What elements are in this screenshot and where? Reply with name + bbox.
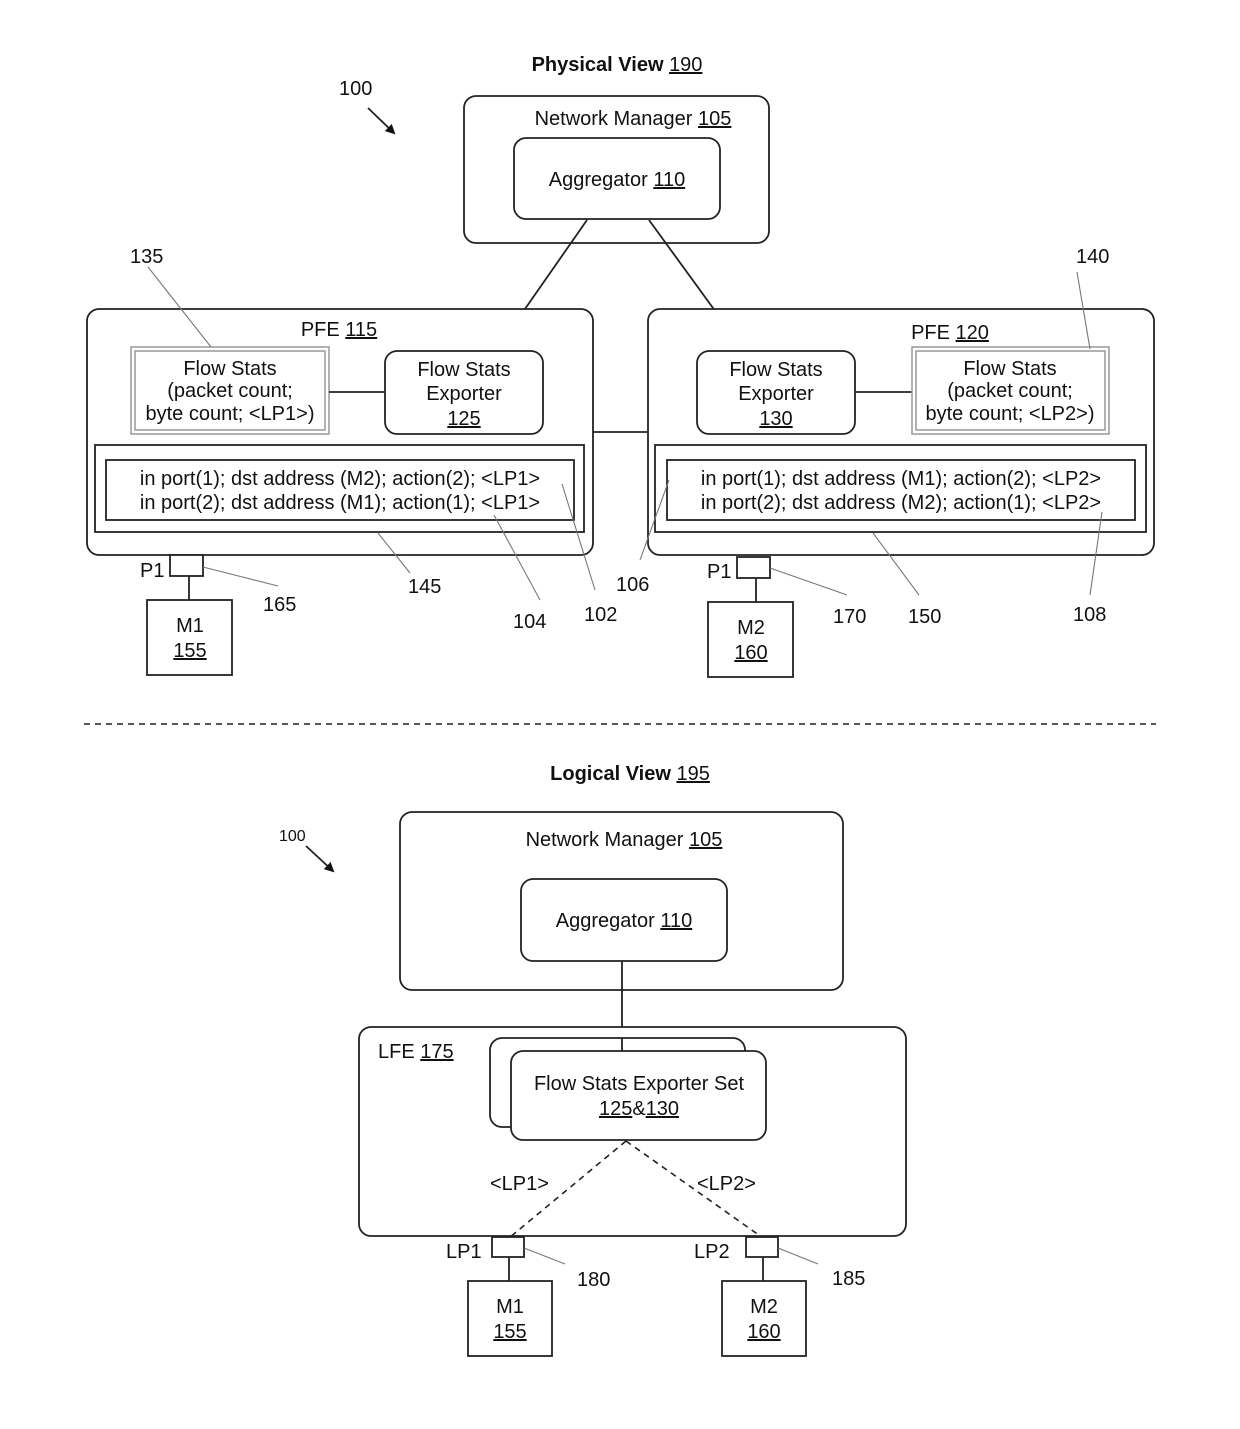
pfe-115-label: PFE 115 — [301, 319, 377, 341]
logical-port-lp2[interactable]: LP2 — [694, 1236, 779, 1263]
machine-m1-label: M1 — [176, 615, 204, 637]
flow-stats-140-line2: (packet count; — [947, 380, 1073, 402]
arrow-icon — [367, 107, 396, 135]
flow-stats-140[interactable]: Flow Stats (packet count; byte count; <L… — [911, 346, 1110, 435]
port-p1-165[interactable]: P1 — [140, 554, 204, 582]
port-p1-165-label: P1 — [140, 560, 164, 582]
flow-stats-exporter-130[interactable]: Flow Stats Exporter 130 — [696, 350, 856, 435]
flow-stats-exporter-set[interactable]: Flow Stats Exporter Set 125&130 — [489, 1037, 767, 1141]
logical-view-title: Logical View 195 — [550, 763, 710, 785]
network-manager-label: Network Manager 105 — [535, 108, 732, 130]
leader-185 — [777, 1247, 819, 1265]
network-manager[interactable]: Network Manager 105 Aggregator 110 — [463, 95, 770, 244]
machine-m1-physical[interactable]: M1 155 — [146, 599, 233, 676]
flow-stats-135-line1: Flow Stats — [183, 358, 276, 380]
aggregator-logical[interactable]: Aggregator 110 — [520, 878, 728, 962]
lfe-175[interactable]: LFE 175 Flow Stats Exporter Set 125&130 … — [358, 1026, 907, 1239]
flow-entry-106[interactable]: in port(1); dst address (M1); action(2);… — [701, 468, 1101, 490]
pfe-115[interactable]: PFE 115 Flow Stats (packet count; byte c… — [86, 308, 594, 556]
leader-180 — [523, 1247, 566, 1265]
ref-102: 102 — [584, 604, 617, 626]
ref-185: 185 — [832, 1268, 865, 1290]
machine-m2-label: M2 — [737, 617, 765, 639]
figure-ref: 100 — [339, 78, 372, 100]
machine-m2-logical-ref: 160 — [747, 1321, 780, 1343]
flow-stats-140-line1: Flow Stats — [963, 358, 1056, 380]
exporter-set-front-card — [510, 1050, 767, 1141]
figure-ref-arrow-logical: 100 — [279, 828, 335, 873]
diagram-canvas: Physical View 190 100 Network Manager 10… — [84, 54, 1156, 1357]
ref-150: 150 — [908, 606, 941, 628]
exporter-130-line2: Exporter — [738, 383, 814, 405]
machine-m1-logical[interactable]: M1 155 — [467, 1280, 553, 1357]
exporter-125-line1: Flow Stats — [417, 359, 510, 381]
flow-stats-135[interactable]: Flow Stats (packet count; byte count; <L… — [130, 346, 330, 435]
ref-140: 140 — [1076, 246, 1109, 268]
leader-170 — [769, 567, 848, 596]
machine-m2-logical-box — [721, 1280, 807, 1357]
logical-port-lp2-box — [745, 1236, 779, 1258]
port-p1-170-label: P1 — [707, 561, 731, 583]
ref-104: 104 — [513, 611, 546, 633]
logical-port-lp2-label: LP2 — [694, 1241, 730, 1263]
exporter-130-line1: Flow Stats — [729, 359, 822, 381]
machine-m2-box — [707, 601, 794, 678]
arrow-icon — [305, 845, 335, 873]
figure-ref-arrow: 100 — [339, 78, 396, 135]
exporter-set-label: Flow Stats Exporter Set — [534, 1073, 745, 1095]
machine-m1-logical-label: M1 — [496, 1296, 524, 1318]
flow-entry-108[interactable]: in port(2); dst address (M2); action(1);… — [701, 492, 1101, 514]
exporter-set-refs: 125&130 — [599, 1098, 679, 1120]
port-p1-170[interactable]: P1 — [707, 556, 771, 583]
ref-170: 170 — [833, 606, 866, 628]
leader-165 — [202, 566, 279, 587]
flow-table-150[interactable]: in port(1); dst address (M1); action(2);… — [654, 444, 1147, 533]
machine-m2-logical-label: M2 — [750, 1296, 778, 1318]
port-p1-170-box — [736, 556, 771, 579]
ref-145: 145 — [408, 576, 441, 598]
exporter-130-ref: 130 — [759, 408, 792, 430]
aggregator-logical-label: Aggregator 110 — [556, 910, 692, 932]
flow-stats-exporter-125[interactable]: Flow Stats Exporter 125 — [384, 350, 544, 435]
logical-port-lp1[interactable]: LP1 — [446, 1236, 525, 1263]
logical-view: Logical View 195 100 Network Manager 105… — [279, 763, 907, 1357]
figure-ref-logical: 100 — [279, 828, 306, 845]
flow-stats-140-line3: byte count; <LP2>) — [925, 403, 1094, 425]
flow-stats-135-line2: (packet count; — [167, 380, 293, 402]
machine-m1-box — [146, 599, 233, 676]
ref-135: 135 — [130, 246, 163, 268]
machine-m2-physical[interactable]: M2 160 — [707, 601, 794, 678]
machine-m1-logical-ref: 155 — [493, 1321, 526, 1343]
machine-m2-logical[interactable]: M2 160 — [721, 1280, 807, 1357]
link-label-lp1: <LP1> — [490, 1173, 549, 1195]
logical-port-lp1-label: LP1 — [446, 1241, 482, 1263]
port-p1-165-box — [169, 554, 204, 577]
pfe-120[interactable]: PFE 120 Flow Stats Exporter 130 Flow Sta… — [647, 308, 1155, 556]
ref-108: 108 — [1073, 604, 1106, 626]
exporter-125-ref: 125 — [447, 408, 480, 430]
link-label-lp2: <LP2> — [697, 1173, 756, 1195]
exporter-125-line2: Exporter — [426, 383, 502, 405]
aggregator-label: Aggregator 110 — [549, 169, 685, 191]
flow-entry-102[interactable]: in port(1); dst address (M2); action(2);… — [140, 468, 540, 490]
physical-view-title: Physical View 190 — [532, 54, 703, 76]
network-manager-logical-label: Network Manager 105 — [526, 829, 723, 851]
physical-view: Physical View 190 100 Network Manager 10… — [86, 54, 1155, 678]
logical-port-lp1-box — [491, 1236, 525, 1258]
machine-m2-ref: 160 — [734, 642, 767, 664]
pfe-120-label: PFE 120 — [911, 322, 989, 344]
ref-165: 165 — [263, 594, 296, 616]
ref-106: 106 — [616, 574, 649, 596]
machine-m1-ref: 155 — [173, 640, 206, 662]
flow-stats-135-line3: byte count; <LP1>) — [145, 403, 314, 425]
lfe-175-label: LFE 175 — [378, 1041, 454, 1063]
aggregator[interactable]: Aggregator 110 — [513, 137, 721, 220]
flow-entry-104[interactable]: in port(2); dst address (M1); action(1);… — [140, 492, 540, 514]
flow-table-145[interactable]: in port(1); dst address (M2); action(2);… — [94, 444, 585, 533]
ref-180: 180 — [577, 1269, 610, 1291]
machine-m1-logical-box — [467, 1280, 553, 1357]
